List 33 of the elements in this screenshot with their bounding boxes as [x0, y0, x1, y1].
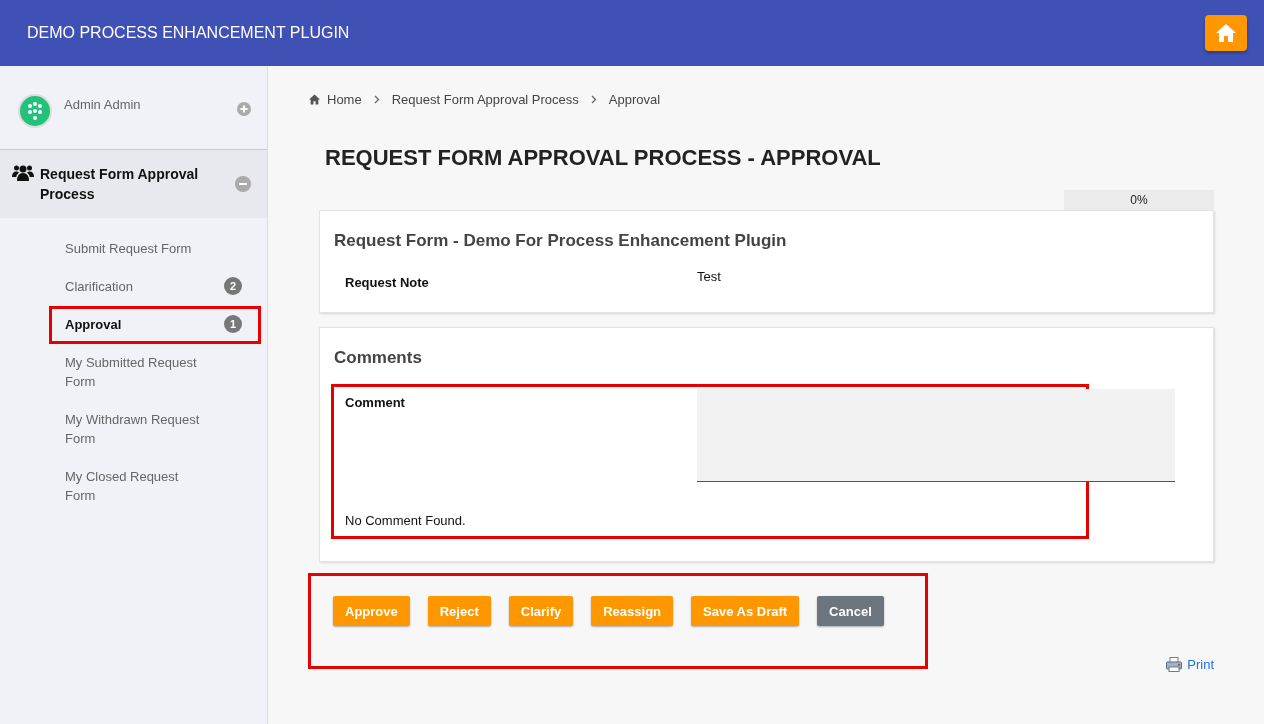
field-label: Comment	[345, 395, 406, 412]
field-value: Test	[697, 269, 722, 286]
page-title: REQUEST FORM APPROVAL PROCESS - APPROVAL	[325, 145, 882, 171]
home-icon	[1215, 23, 1237, 43]
cancel-button[interactable]: Cancel	[817, 596, 884, 626]
sidebar-item[interactable]: My Submitted Request Form	[49, 344, 261, 401]
breadcrumb-link[interactable]: Home	[327, 92, 362, 107]
progress-reading: 0%	[1129, 192, 1149, 209]
sidebar-item[interactable]: Submit Request Form	[49, 230, 261, 268]
field-label: Request Note	[345, 275, 430, 290]
chevron-icon	[590, 95, 597, 104]
sidebar-group[interactable]: Request Form Approval Process	[0, 150, 267, 218]
comment-field[interactable]	[697, 389, 1175, 482]
sidebar-item[interactable]: Approval 1	[49, 306, 261, 344]
users-icon	[12, 164, 34, 182]
user-name: Admin Admin	[64, 97, 142, 112]
section-title: Comments	[334, 348, 423, 368]
plus-icon[interactable]	[237, 102, 251, 116]
breadcrumb-link[interactable]: Approval	[608, 92, 661, 107]
print-link[interactable]: Print	[1166, 657, 1214, 672]
chevron-icon	[373, 95, 380, 104]
avatar-icon	[18, 94, 52, 128]
printer-icon	[1166, 657, 1183, 672]
sidebar-item[interactable]: My Withdrawn Request Form	[49, 401, 261, 458]
app-title: DEMO PROCESS ENHANCEMENT PLUGIN	[27, 24, 350, 42]
home-button[interactable]	[1205, 15, 1247, 51]
collapse-icon[interactable]	[235, 176, 251, 192]
sidebar-item[interactable]: Clarification 2	[49, 268, 261, 306]
section-title: Request Form - Demo For Process Enhancement Plugin	[334, 231, 788, 251]
home-icon	[308, 94, 321, 105]
sidebar-item[interactable]: My Closed Request Form	[49, 458, 261, 515]
breadcrumb-link[interactable]: Request Form Approval Process	[391, 92, 579, 107]
empty-message: No Comment Found.	[345, 513, 467, 528]
